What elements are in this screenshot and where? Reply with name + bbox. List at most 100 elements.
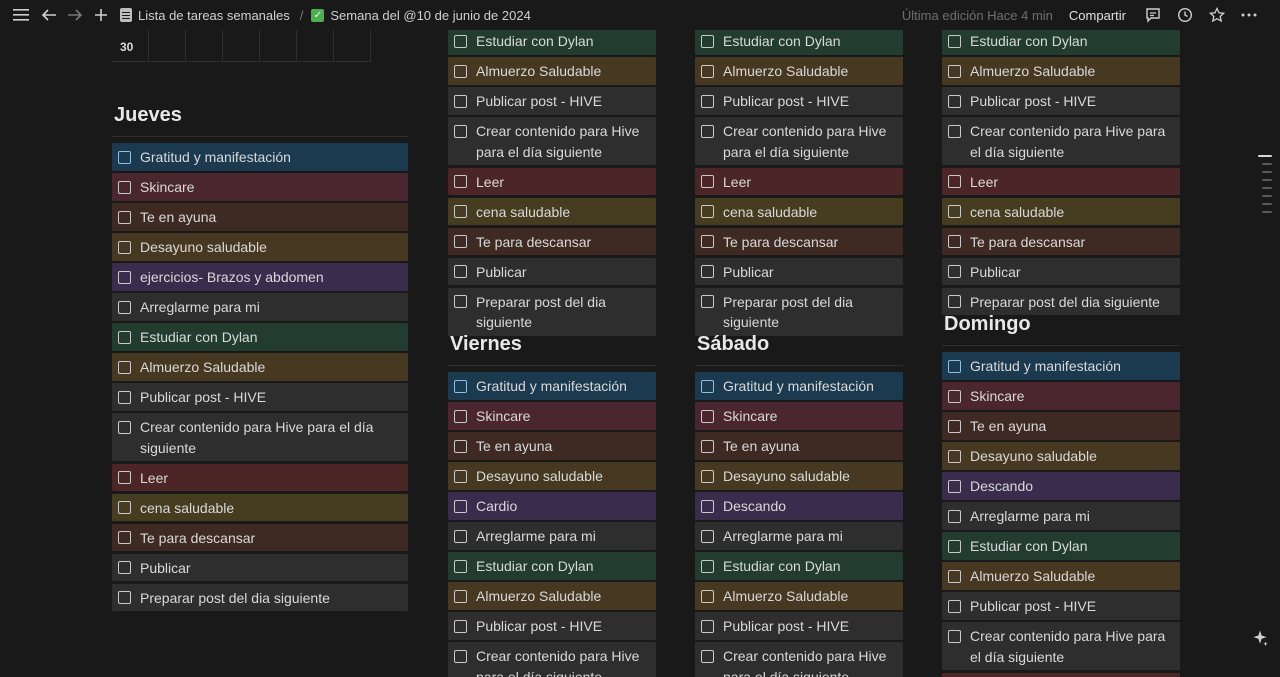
checkbox[interactable] xyxy=(948,449,961,463)
task-item[interactable]: Publicar xyxy=(112,553,408,581)
checkbox[interactable] xyxy=(118,180,131,194)
task-item[interactable]: Publicar post - HIVE xyxy=(695,612,903,640)
checkbox[interactable] xyxy=(118,591,131,604)
checkbox[interactable] xyxy=(118,561,131,574)
task-item[interactable]: Publicar xyxy=(695,257,903,285)
checkbox[interactable] xyxy=(701,379,714,393)
task-item[interactable]: Gratitud y manifestación xyxy=(448,372,656,400)
checkbox[interactable] xyxy=(118,300,131,314)
task-item[interactable]: Desayuno saludable xyxy=(695,462,903,490)
task-item[interactable]: Te para descansar xyxy=(448,227,656,255)
checkbox[interactable] xyxy=(948,34,961,48)
task-item[interactable]: Almuerzo Saludable xyxy=(448,582,656,610)
checkbox[interactable] xyxy=(118,420,131,434)
checkbox[interactable] xyxy=(118,360,131,374)
task-item[interactable]: cena saludable xyxy=(112,493,408,521)
task-item[interactable]: Te en ayuna xyxy=(448,432,656,460)
task-item[interactable]: Publicar post - HIVE xyxy=(448,612,656,640)
checkbox[interactable] xyxy=(701,499,714,513)
checkbox[interactable] xyxy=(454,379,467,393)
task-item[interactable]: Crear contenido para Hive para el día si… xyxy=(448,642,656,677)
checkbox[interactable] xyxy=(948,539,961,553)
checkbox[interactable] xyxy=(701,205,714,218)
task-item[interactable]: Estudiar con Dylan xyxy=(942,532,1180,560)
checkbox[interactable] xyxy=(454,649,467,663)
checkbox[interactable] xyxy=(118,390,131,404)
checkbox[interactable] xyxy=(454,265,467,278)
task-item[interactable]: Te en ayuna xyxy=(942,412,1180,440)
task-item[interactable]: Publicar xyxy=(942,257,1180,285)
task-item[interactable]: Crear contenido para Hive para el día si… xyxy=(448,117,656,165)
checkbox[interactable] xyxy=(454,619,467,633)
task-item[interactable]: Gratitud y manifestación xyxy=(942,352,1180,380)
checkbox[interactable] xyxy=(118,210,131,224)
task-item[interactable]: Leer xyxy=(448,167,656,195)
checkbox[interactable] xyxy=(454,124,467,138)
checkbox[interactable] xyxy=(701,34,714,48)
task-item[interactable]: Leer xyxy=(695,167,903,195)
checkbox[interactable] xyxy=(948,599,961,613)
task-item[interactable]: cena saludable xyxy=(942,197,1180,225)
checkbox[interactable] xyxy=(701,529,714,543)
checkbox[interactable] xyxy=(701,175,714,188)
checkbox[interactable] xyxy=(454,409,467,423)
task-item[interactable]: Desayuno saludable xyxy=(112,233,408,261)
task-item[interactable]: Desayuno saludable xyxy=(942,442,1180,470)
checkbox[interactable] xyxy=(948,389,961,403)
checkbox[interactable] xyxy=(948,124,961,138)
checkbox[interactable] xyxy=(948,419,961,433)
task-item[interactable]: Crear contenido para Hive para el día si… xyxy=(942,117,1180,165)
checkbox[interactable] xyxy=(948,629,961,643)
sparkle-icon[interactable] xyxy=(1246,624,1274,652)
comment-icon[interactable] xyxy=(1142,4,1164,26)
checkbox[interactable] xyxy=(948,359,961,373)
task-item[interactable]: Preparar post del dia siguiente xyxy=(112,583,408,611)
checkbox[interactable] xyxy=(948,205,961,218)
task-item[interactable]: Gratitud y manifestación xyxy=(112,143,408,171)
checkbox[interactable] xyxy=(118,150,131,164)
checkbox[interactable] xyxy=(948,509,961,523)
more-icon[interactable] xyxy=(1238,4,1260,26)
checkbox[interactable] xyxy=(948,94,961,108)
checkbox[interactable] xyxy=(701,94,714,108)
task-item[interactable]: Skincare xyxy=(448,402,656,430)
task-item[interactable]: Arreglarme para mi xyxy=(942,502,1180,530)
page-outline-indicator[interactable] xyxy=(1258,155,1274,219)
task-item[interactable]: Almuerzo Saludable xyxy=(942,562,1180,590)
checkbox[interactable] xyxy=(701,439,714,453)
clock-icon[interactable] xyxy=(1174,4,1196,26)
task-item[interactable]: Almuerzo Saludable xyxy=(448,57,656,85)
checkbox[interactable] xyxy=(948,265,961,278)
checkbox[interactable] xyxy=(701,64,714,78)
star-icon[interactable] xyxy=(1206,4,1228,26)
task-item[interactable]: Te en ayuna xyxy=(112,203,408,231)
task-item[interactable]: Estudiar con Dylan xyxy=(448,27,656,55)
menu-icon[interactable] xyxy=(10,4,32,26)
task-item[interactable]: Te para descansar xyxy=(942,227,1180,255)
arrow-right-icon[interactable] xyxy=(64,4,86,26)
task-item[interactable]: Publicar post - HIVE xyxy=(448,87,656,115)
task-item[interactable]: Leer xyxy=(942,167,1180,195)
task-item[interactable]: Estudiar con Dylan xyxy=(695,552,903,580)
checkbox[interactable] xyxy=(454,295,467,308)
checkbox[interactable] xyxy=(118,531,131,544)
task-item[interactable]: Publicar xyxy=(448,257,656,285)
plus-icon[interactable] xyxy=(90,4,112,26)
checkbox[interactable] xyxy=(454,469,467,483)
checkbox[interactable] xyxy=(701,295,714,308)
checkbox[interactable] xyxy=(701,619,714,633)
checkbox[interactable] xyxy=(701,469,714,483)
share-button[interactable]: Compartir xyxy=(1069,8,1126,23)
checkbox[interactable] xyxy=(454,175,467,188)
checkbox[interactable] xyxy=(701,265,714,278)
breadcrumb-week-page[interactable]: ✓ Semana del @10 de junio de 2024 xyxy=(311,8,531,23)
checkbox[interactable] xyxy=(948,479,961,493)
task-item[interactable]: Estudiar con Dylan xyxy=(695,27,903,55)
task-item[interactable]: Publicar post - HIVE xyxy=(942,592,1180,620)
task-item[interactable]: Estudiar con Dylan xyxy=(942,27,1180,55)
task-item[interactable]: Desayuno saludable xyxy=(448,462,656,490)
task-item[interactable]: Leer xyxy=(112,463,408,491)
task-item[interactable]: cena saludable xyxy=(695,197,903,225)
task-item[interactable]: Arreglarme para mi xyxy=(448,522,656,550)
task-item[interactable]: Skincare xyxy=(942,382,1180,410)
